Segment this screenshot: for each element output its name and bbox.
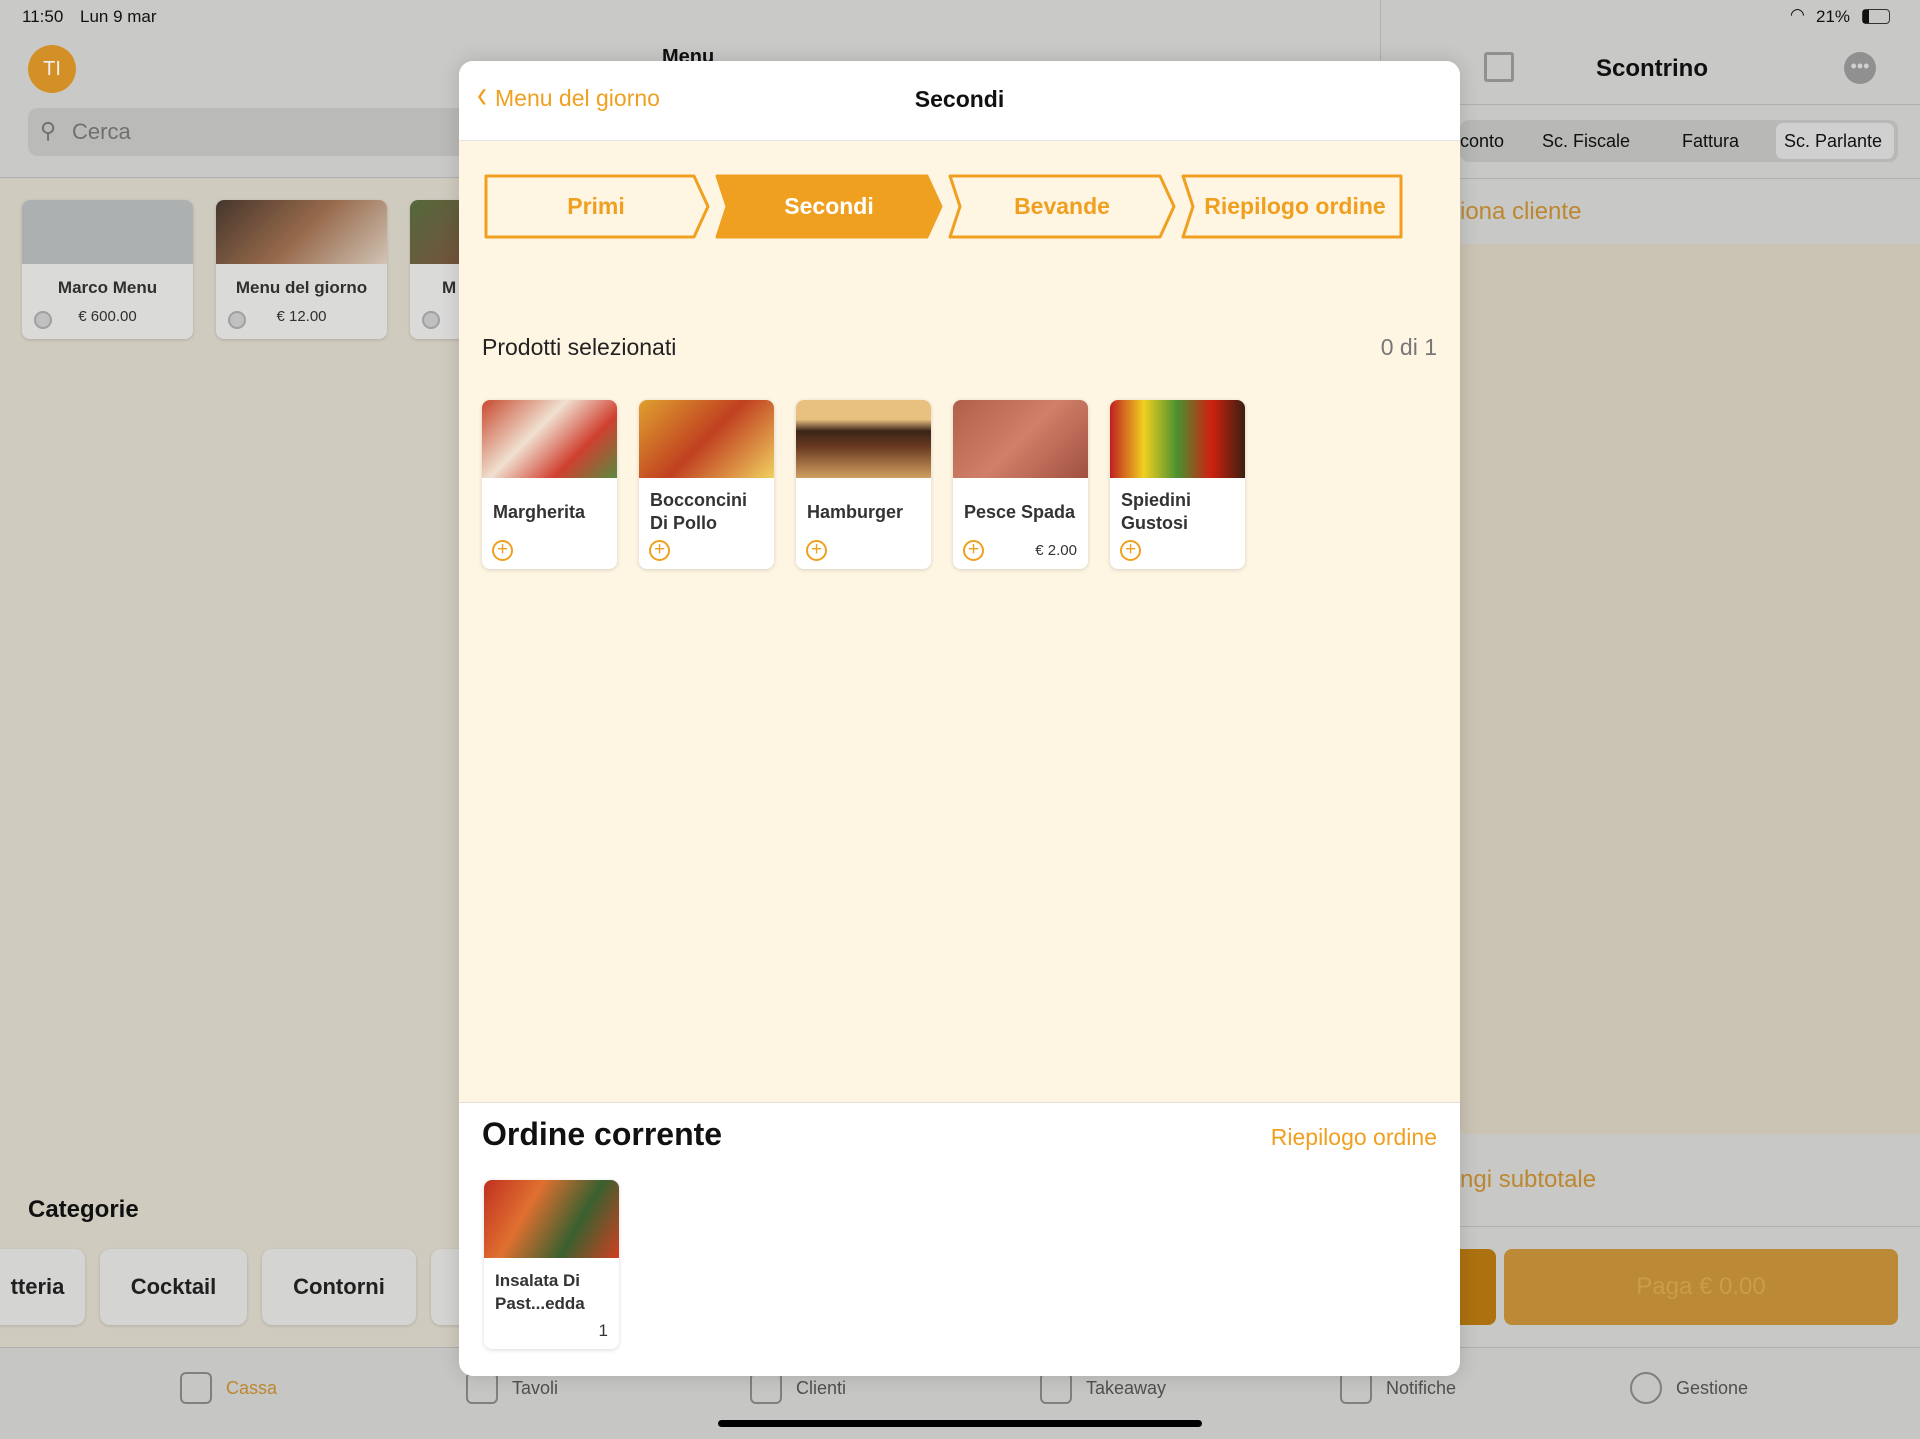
product-name: Spiedini Gustosi [1121, 490, 1192, 533]
product-price: € 2.00 [1035, 542, 1077, 559]
step-bevande[interactable]: Bevande [948, 174, 1176, 239]
modal-header: ‹ Menu del giorno Secondi [459, 61, 1460, 141]
product-card[interactable]: Margherita + [482, 400, 617, 569]
step-label: Bevande [1014, 193, 1110, 219]
order-summary-link[interactable]: Riepilogo ordine [1271, 1124, 1437, 1151]
modal-title: Secondi [914, 86, 1005, 112]
selected-count: 0 di 1 [1380, 334, 1437, 360]
add-icon[interactable]: + [492, 540, 513, 561]
step-label: Primi [567, 193, 625, 219]
step-secondi[interactable]: Secondi [715, 174, 943, 239]
modal-body: Primi Secondi Bevande Riepilogo ordine Prod… [459, 141, 1460, 1103]
product-card[interactable]: Hamburger + [796, 400, 931, 569]
product-card[interactable]: Spiedini Gustosi + [1110, 400, 1245, 569]
add-icon[interactable]: + [649, 540, 670, 561]
product-image [1110, 400, 1245, 478]
current-order-title: Ordine corrente [482, 1116, 723, 1152]
order-item-qty: 1 [598, 1321, 608, 1340]
step-label: Secondi [784, 193, 874, 219]
home-indicator [718, 1420, 1202, 1427]
step-label: Riepilogo ordine [1204, 193, 1386, 219]
product-name: Hamburger [807, 501, 904, 522]
product-card[interactable]: Pesce Spada + € 2.00 [953, 400, 1088, 569]
step-riepilogo-ordine[interactable]: Riepilogo ordine [1181, 174, 1409, 239]
product-image [796, 400, 931, 478]
order-item-name: Insalata Di Past...edda [495, 1271, 585, 1313]
product-name: Bocconcini Di Pollo [650, 490, 748, 533]
selected-products-label: Prodotti selezionati [482, 334, 677, 360]
product-image [953, 400, 1088, 478]
product-image [639, 400, 774, 478]
menu-wizard-modal: ‹ Menu del giorno Secondi Primi Secondi Bev… [459, 61, 1460, 1376]
add-icon[interactable]: + [1120, 540, 1141, 561]
add-icon[interactable]: + [963, 540, 984, 561]
product-image [482, 400, 617, 478]
product-name: Pesce Spada [964, 501, 1076, 522]
step-primi[interactable]: Primi [482, 174, 710, 239]
product-name: Margherita [493, 501, 586, 522]
product-card[interactable]: Bocconcini Di Pollo + [639, 400, 774, 569]
add-icon[interactable]: + [806, 540, 827, 561]
order-item-card[interactable]: Insalata Di Past...edda 1 [484, 1180, 619, 1349]
